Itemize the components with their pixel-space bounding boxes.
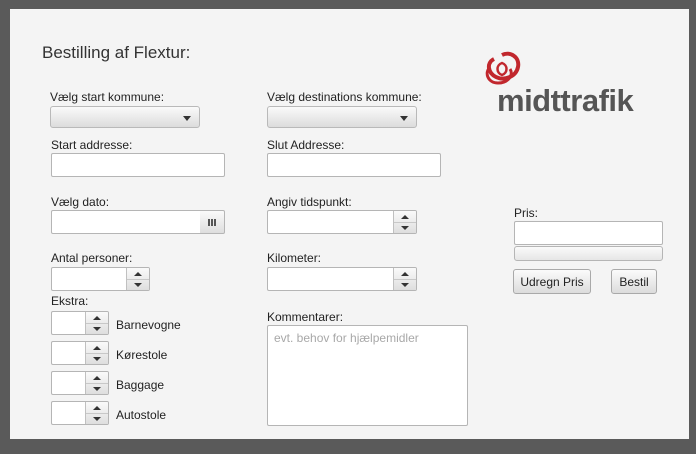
date-input[interactable] xyxy=(51,210,201,234)
km-spinner[interactable] xyxy=(267,267,417,291)
persons-spinner[interactable] xyxy=(51,267,150,291)
km-label: Kilometer: xyxy=(267,251,322,265)
korestole-label: Kørestole xyxy=(116,348,168,362)
start-address-label: Start addresse: xyxy=(51,138,133,152)
baggage-input[interactable] xyxy=(52,372,88,394)
decrement-button[interactable] xyxy=(86,353,108,364)
extra-label: Ekstra: xyxy=(51,294,89,308)
page-title: Bestilling af Flextur: xyxy=(42,43,191,62)
calendar-icon xyxy=(208,219,216,226)
barnevogne-spinner[interactable] xyxy=(51,311,109,335)
time-label: Angiv tidspunkt: xyxy=(267,195,352,209)
km-input[interactable] xyxy=(268,268,396,290)
start-address-input[interactable] xyxy=(51,153,225,177)
destination-kommune-combobox[interactable] xyxy=(267,106,417,128)
time-spinner[interactable] xyxy=(267,210,417,234)
price-input[interactable] xyxy=(514,221,663,245)
start-kommune-combobox[interactable] xyxy=(50,106,200,128)
start-kommune-label: Vælg start kommune: xyxy=(50,90,165,104)
destination-kommune-label: Vælg destinations kommune: xyxy=(267,90,422,104)
decrement-button[interactable] xyxy=(394,222,416,233)
date-picker-button[interactable] xyxy=(200,210,225,234)
flextur-window: Bestilling af Flextur: midttrafik Vælg s… xyxy=(10,9,689,439)
decrement-button[interactable] xyxy=(394,279,416,290)
barnevogne-label: Barnevogne xyxy=(116,318,181,332)
comments-label: Kommentarer: xyxy=(267,310,344,324)
baggage-spinner[interactable] xyxy=(51,371,109,395)
korestole-input[interactable] xyxy=(52,342,88,364)
barnevogne-input[interactable] xyxy=(52,312,88,334)
comments-textarea[interactable] xyxy=(267,325,468,426)
decrement-button[interactable] xyxy=(86,383,108,394)
decrement-button[interactable] xyxy=(86,323,108,334)
price-label: Pris: xyxy=(514,206,538,220)
autostole-label: Autostole xyxy=(116,408,167,422)
autostole-spinner[interactable] xyxy=(51,401,109,425)
time-input[interactable] xyxy=(268,211,396,233)
calculate-price-button[interactable]: Udregn Pris xyxy=(513,269,591,294)
persons-label: Antal personer: xyxy=(51,251,133,265)
baggage-label: Baggage xyxy=(116,378,165,392)
decrement-button[interactable] xyxy=(127,279,149,290)
persons-input[interactable] xyxy=(52,268,129,290)
order-button[interactable]: Bestil xyxy=(611,269,657,294)
date-label: Vælg dato: xyxy=(51,195,110,209)
chevron-down-icon xyxy=(400,116,408,121)
chevron-down-icon xyxy=(183,116,191,121)
slut-address-input[interactable] xyxy=(267,153,441,177)
price-progress-bar xyxy=(514,246,663,261)
slut-address-label: Slut Addresse: xyxy=(267,138,345,152)
midttrafik-logo-text: midttrafik xyxy=(497,83,634,118)
decrement-button[interactable] xyxy=(86,413,108,424)
autostole-input[interactable] xyxy=(52,402,88,424)
korestole-spinner[interactable] xyxy=(51,341,109,365)
